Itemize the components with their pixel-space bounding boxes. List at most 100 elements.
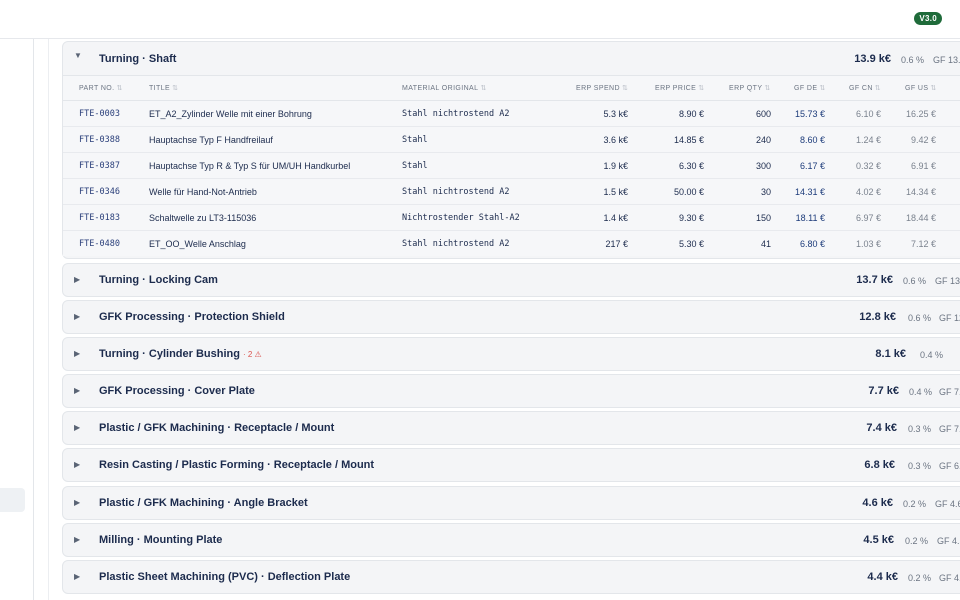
cell-part-no[interactable]: FTE-0003 — [79, 109, 120, 119]
group-expanded: ▼ Turning · Shaft 13.9 k€ 0.6 % GF 13.9 … — [62, 41, 960, 259]
sidebar — [0, 39, 34, 600]
sort-icon[interactable]: ⇅ — [930, 85, 936, 92]
sort-icon[interactable]: ⇅ — [764, 85, 770, 92]
table-row[interactable]: FTE-0183 Schaltwelle zu LT3-115036 Nichtro… — [63, 205, 960, 231]
group-row[interactable]: ▶ GFK Processing · Protection Shield 12.8 … — [62, 300, 960, 334]
cell-part-no[interactable]: FTE-0387 — [79, 161, 120, 171]
group-header[interactable]: ▼ Turning · Shaft 13.9 k€ 0.6 % GF 13.9 — [63, 42, 960, 76]
table-row[interactable]: FTE-0388 Hauptachse Typ F Handfreilauf Sta… — [63, 127, 960, 153]
group-title-text: GFK Processing · Protection Shield — [99, 311, 285, 323]
cell-material: Stahl — [402, 135, 428, 145]
sort-icon[interactable]: ⇅ — [819, 85, 825, 92]
cell-erp-spend: 1.5 k€ — [603, 187, 628, 197]
column-header-erp-spend[interactable]: ERP SPEND ⇅ — [576, 84, 628, 92]
group-header[interactable]: ▶ Turning · Cylinder Bushing · 2 ⚠ 8.1 k€ 0.… — [63, 338, 960, 370]
table-row[interactable]: FTE-0480 ET_OO_Welle Anschlag Stahl nichtr… — [63, 231, 960, 256]
group-share: 0.4 % — [920, 350, 944, 360]
group-row[interactable]: ▶ Plastic / GFK Machining · Angle Bracket… — [62, 486, 960, 520]
group-row[interactable]: ▶ Milling · Mounting Plate 4.5 k€ 0.2 % GF 4… — [62, 523, 960, 557]
group-header[interactable]: ▶ Plastic / GFK Machining · Angle Bracket… — [63, 487, 960, 519]
group-row[interactable]: ▶ GFK Processing · Cover Plate 7.7 k€ 0.4 %… — [62, 374, 960, 408]
column-header-erp-price[interactable]: ERP PRICE ⇅ — [655, 84, 704, 92]
cell-gf-us: 9.42 € — [910, 135, 936, 145]
cell-gf-cn: 4.02 € — [855, 187, 881, 197]
column-header-gf-cn[interactable]: GF CN ⇅ — [849, 84, 881, 92]
cell-erp-qty: 30 — [760, 187, 771, 197]
triangle-right-icon[interactable]: ▶ — [74, 535, 80, 544]
group-header[interactable]: ▶ Resin Casting / Plastic Forming · Recep… — [63, 449, 960, 481]
group-spend: 12.8 k€ — [859, 311, 896, 323]
group-spend: 7.4 k€ — [866, 422, 897, 434]
sort-icon[interactable]: ⇅ — [875, 85, 881, 92]
triangle-right-icon[interactable]: ▶ — [74, 275, 80, 284]
group-header[interactable]: ▶ GFK Processing · Cover Plate 7.7 k€ 0.4 %… — [63, 375, 960, 407]
sort-icon[interactable]: ⇅ — [172, 85, 178, 92]
triangle-down-icon[interactable]: ▼ — [74, 51, 82, 60]
cell-part-no[interactable]: FTE-0388 — [79, 135, 120, 145]
column-header-gf-de[interactable]: GF DE ⇅ — [794, 84, 826, 92]
cell-title: Welle für Hand-Not-Antrieb — [149, 187, 257, 197]
group-header[interactable]: ▶ Milling · Mounting Plate 4.5 k€ 0.2 % GF 4… — [63, 524, 960, 556]
cell-material: Stahl — [402, 161, 428, 171]
parts-table: PART NO. ⇅ TITLE ⇅ MATERIAL ORIGINAL ⇅ ERP … — [63, 76, 960, 256]
triangle-right-icon[interactable]: ▶ — [74, 498, 80, 507]
group-row[interactable]: ▶ Resin Casting / Plastic Forming · Recep… — [62, 448, 960, 482]
cell-erp-qty: 300 — [755, 161, 771, 171]
cell-gf-us: 14.34 € — [905, 187, 936, 197]
cell-part-no[interactable]: FTE-0480 — [79, 239, 120, 249]
sort-icon[interactable]: ⇅ — [622, 85, 628, 92]
group-title-text: Resin Casting / Plastic Forming · Recept… — [99, 459, 375, 471]
group-gf: GF 4.4 — [939, 573, 960, 583]
group-row[interactable]: ▶ Turning · Locking Cam 13.7 k€ 0.6 % GF 13.… — [62, 263, 960, 297]
group-header[interactable]: ▶ Plastic Sheet Machining (PVC) · Deflect… — [63, 561, 960, 593]
group-header[interactable]: ▶ GFK Processing · Protection Shield 12.8 … — [63, 301, 960, 333]
cell-part-no[interactable]: FTE-0346 — [79, 187, 120, 197]
group-row[interactable]: ▶ Plastic / GFK Machining · Receptacle / … — [62, 411, 960, 445]
cell-gf-us: 7.12 € — [910, 239, 936, 249]
group-share: 0.6 % — [903, 276, 927, 286]
group-row[interactable]: ▶ Plastic Sheet Machining (PVC) · Deflect… — [62, 560, 960, 594]
table-row[interactable]: FTE-0387 Hauptachse Typ R & Typ S für UM/… — [63, 153, 960, 179]
group-header[interactable]: ▶ Plastic / GFK Machining · Receptacle / … — [63, 412, 960, 444]
group-share: 0.4 % — [909, 387, 933, 397]
cell-gf-de: 6.17 € — [799, 161, 825, 171]
triangle-right-icon[interactable]: ▶ — [74, 386, 80, 395]
group-share: 0.6 % — [908, 313, 932, 323]
group-title-text: Plastic / GFK Machining · Angle Bracket — [99, 497, 308, 509]
cell-gf-de: 8.60 € — [799, 135, 825, 145]
table-row[interactable]: FTE-0346 Welle für Hand-Not-Antrieb Stahl … — [63, 179, 960, 205]
triangle-right-icon[interactable]: ▶ — [74, 423, 80, 432]
triangle-right-icon[interactable]: ▶ — [74, 572, 80, 581]
cell-gf-de: 6.80 € — [799, 239, 825, 249]
triangle-right-icon[interactable]: ▶ — [74, 460, 80, 469]
table-row[interactable]: FTE-0003 ET_A2_Zylinder Welle mit einer B… — [63, 101, 960, 127]
column-header-material[interactable]: MATERIAL ORIGINAL ⇅ — [402, 84, 487, 92]
cell-title: ET_OO_Welle Anschlag — [149, 239, 246, 249]
cell-erp-price: 9.30 € — [678, 213, 704, 223]
triangle-right-icon[interactable]: ▶ — [74, 349, 80, 358]
cell-erp-price: 8.90 € — [678, 109, 704, 119]
cell-erp-price: 50.00 € — [673, 187, 704, 197]
sort-icon[interactable]: ⇅ — [480, 85, 486, 92]
group-share: 0.3 % — [908, 461, 932, 471]
group-row[interactable]: ▶ Turning · Cylinder Bushing · 2 ⚠ 8.1 k€ 0.… — [62, 337, 960, 371]
group-spend: 13.7 k€ — [856, 274, 893, 286]
column-header-erp-qty[interactable]: ERP QTY ⇅ — [729, 84, 771, 92]
group-header[interactable]: ▶ Turning · Locking Cam 13.7 k€ 0.6 % GF 13.… — [63, 264, 960, 296]
triangle-right-icon[interactable]: ▶ — [74, 312, 80, 321]
column-header-title[interactable]: TITLE ⇅ — [149, 84, 178, 92]
main-content: ▼ Turning · Shaft 13.9 k€ 0.6 % GF 13.9 … — [48, 39, 960, 600]
cell-erp-price: 5.30 € — [678, 239, 704, 249]
sidebar-item-active[interactable] — [0, 488, 25, 512]
cell-gf-cn: 1.24 € — [855, 135, 881, 145]
sort-icon[interactable]: ⇅ — [117, 85, 123, 92]
warning-icon: · 2 ⚠ — [242, 350, 262, 359]
column-header-part-no[interactable]: PART NO. ⇅ — [79, 84, 123, 92]
group-title: Turning · Shaft — [99, 53, 177, 65]
sort-icon[interactable]: ⇅ — [698, 85, 704, 92]
cell-erp-spend: 3.6 k€ — [603, 135, 628, 145]
cell-gf-de: 14.31 € — [794, 187, 825, 197]
column-header-gf-us[interactable]: GF US ⇅ — [905, 84, 937, 92]
group-share: 0.2 % — [903, 499, 927, 509]
cell-part-no[interactable]: FTE-0183 — [79, 213, 120, 223]
